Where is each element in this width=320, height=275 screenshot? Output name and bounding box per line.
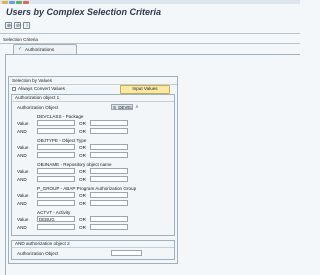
- or-label: OR: [79, 193, 86, 198]
- info-button[interactable]: i: [23, 22, 30, 29]
- divider: [0, 33, 300, 34]
- search-help-icon[interactable]: ⌕: [134, 104, 140, 110]
- checkmark-icon: ✓: [18, 46, 23, 52]
- or-label: OR: [79, 225, 86, 230]
- selection-by-values-group: Selection by Values Always Convert Value…: [8, 76, 178, 264]
- and-label: AND: [17, 153, 27, 158]
- and-label: AND: [17, 129, 27, 134]
- always-convert-checkbox[interactable]: [12, 87, 16, 91]
- section-label: Selection Criteria: [3, 37, 38, 42]
- or-label: OR: [79, 201, 86, 206]
- and-label: AND: [17, 177, 27, 182]
- and-input[interactable]: [37, 200, 75, 206]
- status-icon: [9, 0, 15, 4]
- or-label: OR: [79, 177, 86, 182]
- or-input[interactable]: [90, 216, 128, 222]
- value-input[interactable]: [37, 192, 75, 198]
- value-input[interactable]: DEBUG: [37, 216, 75, 222]
- and-label: AND: [17, 225, 27, 230]
- group-title: Selection by Values: [12, 78, 53, 83]
- auth-object-1-group: Authorization object 1 Authorization Obj…: [11, 94, 175, 236]
- value-label: Value: [17, 121, 29, 126]
- value-label: Value: [17, 145, 29, 150]
- save-variant-button[interactable]: ⊘: [14, 22, 21, 29]
- or-input[interactable]: [90, 192, 128, 198]
- authorization-object-label: Authorization Object: [17, 105, 59, 110]
- save-variant-icon: ⊘: [15, 23, 21, 29]
- status-icon: [2, 0, 8, 4]
- value-label: Value: [17, 169, 29, 174]
- or-input[interactable]: [90, 200, 128, 206]
- field-name: OBJTYPE - Object Type: [37, 138, 87, 143]
- tab-authorizations[interactable]: ✓ Authorizations: [13, 44, 77, 54]
- tab-content-panel: Selection by Values Always Convert Value…: [5, 54, 300, 275]
- or-input[interactable]: [90, 144, 128, 150]
- and-input[interactable]: [37, 128, 75, 134]
- execute-button[interactable]: ⊕: [5, 22, 12, 29]
- or-input[interactable]: [90, 152, 128, 158]
- window-top-strip: [0, 0, 300, 4]
- field-name: DEVCLASS - Package: [37, 114, 84, 119]
- page-title: Users by Complex Selection Criteria: [6, 7, 162, 17]
- or-label: OR: [79, 153, 86, 158]
- field-name: OBJNAME - Repository object name: [37, 162, 112, 167]
- execute-icon: ⊕: [6, 23, 12, 29]
- divider: [12, 247, 174, 248]
- or-label: OR: [79, 145, 86, 150]
- tab-strip: ✓ Authorizations: [5, 44, 300, 54]
- auth-object-2-group: AND authorization object 2 Authorization…: [11, 240, 175, 260]
- or-label: OR: [79, 217, 86, 222]
- and-input[interactable]: [37, 152, 75, 158]
- and-input[interactable]: [37, 224, 75, 230]
- value-input[interactable]: [37, 120, 75, 126]
- group-title: Authorization object 1: [15, 95, 60, 100]
- or-input[interactable]: [90, 168, 128, 174]
- divider: [12, 101, 174, 102]
- value-label: Value: [17, 217, 29, 222]
- and-input[interactable]: [37, 176, 75, 182]
- status-icon: [16, 0, 22, 4]
- info-icon: i: [26, 23, 28, 29]
- or-label: OR: [79, 129, 86, 134]
- or-input[interactable]: [90, 120, 128, 126]
- authorization-object-input[interactable]: S_DEVELOP: [111, 104, 133, 110]
- authorization-object-input[interactable]: [111, 250, 142, 256]
- status-icon: [23, 0, 29, 4]
- or-input[interactable]: [90, 176, 128, 182]
- value-input[interactable]: [37, 144, 75, 150]
- or-input[interactable]: [90, 128, 128, 134]
- group-title: AND authorization object 2: [15, 241, 70, 246]
- value-label: Value: [17, 193, 29, 198]
- value-input[interactable]: [37, 168, 75, 174]
- input-values-button[interactable]: Input Values: [120, 85, 170, 94]
- or-label: OR: [79, 169, 86, 174]
- or-label: OR: [79, 121, 86, 126]
- tab-label: Authorizations: [25, 47, 55, 52]
- always-convert-label: Always Convert Values: [18, 86, 65, 91]
- authorization-object-label: Authorization Object: [17, 251, 59, 256]
- field-name: P_GROUP - ABAP Program Authorization Gro…: [37, 186, 137, 191]
- and-label: AND: [17, 201, 27, 206]
- field-name: ACTVT - Activity: [37, 210, 71, 215]
- or-input[interactable]: [90, 224, 128, 230]
